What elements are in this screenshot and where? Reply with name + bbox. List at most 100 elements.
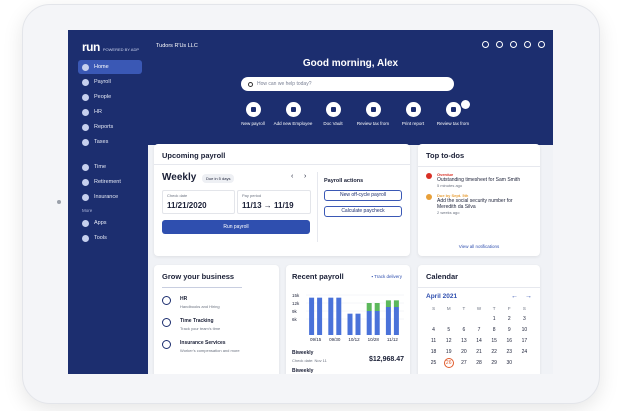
grow-item[interactable]: Time Tracking Track your team's time: [162, 318, 271, 331]
calendar-prev-icon[interactable]: ←: [511, 293, 518, 300]
chat-icon[interactable]: [496, 41, 503, 48]
sidebar-item-retirement[interactable]: Retirement: [78, 175, 142, 189]
quick-action-button[interactable]: Add new Employee: [273, 102, 313, 126]
sidebar-item-time[interactable]: Time: [78, 160, 142, 174]
search-input[interactable]: How can we help today?: [257, 81, 311, 87]
company-name[interactable]: Tudors R'Us LLC: [156, 43, 198, 49]
divider: [418, 287, 540, 288]
calendar-day[interactable]: 24: [517, 349, 532, 355]
calendar-day-number: 14: [476, 338, 482, 344]
todo-item[interactable]: Overdue Outstanding timesheet for Sam Smi…: [426, 172, 532, 188]
track-delivery-link[interactable]: ▪ Track delivery: [371, 274, 402, 279]
quick-action-button[interactable]: New payroll: [233, 102, 273, 126]
calendar-day[interactable]: 1: [487, 316, 502, 322]
calendar-day[interactable]: 21: [471, 349, 486, 355]
calendar-day[interactable]: 15: [487, 338, 502, 344]
calendar-day[interactable]: 7: [471, 327, 486, 333]
actions-divider: [317, 172, 318, 242]
sidebar-nav: Home Payroll People HR Reports Taxes Time Retir…: [78, 60, 142, 246]
chart-bar[interactable]: [317, 297, 323, 335]
chart-bar[interactable]: [347, 313, 353, 335]
calendar-day[interactable]: 30: [502, 360, 517, 368]
chart-bar[interactable]: [374, 303, 380, 311]
help-icon[interactable]: [482, 41, 489, 48]
calendar-day[interactable]: 3: [517, 316, 532, 322]
people-icon: [82, 93, 89, 101]
prev-arrow-icon[interactable]: ‹: [291, 173, 293, 180]
calendar-day[interactable]: 13: [456, 338, 471, 344]
calendar-day[interactable]: 8: [487, 327, 502, 333]
sidebar-item-tools[interactable]: Tools: [78, 231, 142, 245]
edit-pencil-icon[interactable]: [461, 100, 470, 109]
sidebar-item-payroll[interactable]: Payroll: [78, 75, 142, 89]
chart-bar[interactable]: [393, 300, 399, 307]
calendar-day[interactable]: 22: [487, 349, 502, 355]
grow-item-title: Time Tracking: [180, 318, 214, 324]
notification-bell-icon[interactable]: [510, 41, 517, 48]
quick-action-button[interactable]: Doc Vault: [313, 102, 353, 126]
calendar-day[interactable]: 17: [517, 338, 532, 344]
app-logo[interactable]: run POWERED BY ADP: [82, 40, 139, 54]
chart-bar[interactable]: [355, 313, 361, 335]
chart-bar[interactable]: [366, 311, 372, 335]
calendar-day[interactable]: 5: [441, 327, 456, 333]
calendar-day-number: 2: [507, 316, 511, 322]
calendar-day[interactable]: 29: [487, 360, 502, 368]
calendar-day[interactable]: 20: [456, 349, 471, 355]
chart-bar[interactable]: [336, 297, 342, 335]
quick-action-button[interactable]: Print report: [393, 102, 433, 126]
grow-item[interactable]: Insurance Services Worker's compensation …: [162, 340, 271, 353]
chart-bar[interactable]: [374, 311, 380, 335]
recent-payroll-row[interactable]: BiweeklyCheck date: Nov 11$12,968.47: [292, 350, 404, 363]
chart-bar[interactable]: [309, 297, 315, 335]
calendar-day[interactable]: 28: [471, 360, 486, 368]
chart-bar[interactable]: [366, 303, 372, 311]
calendar-day-number: 4: [432, 327, 435, 333]
calendar-day[interactable]: 19: [441, 349, 456, 355]
calendar-day[interactable]: 10: [517, 327, 532, 333]
calendar-next-icon[interactable]: →: [525, 293, 532, 300]
calendar-day[interactable]: 23: [502, 349, 517, 355]
calendar-day-number: 30: [506, 360, 513, 366]
chart-bar[interactable]: [385, 307, 391, 335]
calculate-paycheck-button[interactable]: Calculate paycheck: [324, 206, 402, 217]
todo-item[interactable]: Due by Sept. 5th Add the social security …: [426, 193, 532, 215]
clock-icon: [162, 318, 171, 327]
sidebar-item-reports[interactable]: Reports: [78, 120, 142, 134]
calendar-day[interactable]: 26: [441, 358, 456, 368]
calendar-day[interactable]: 25: [426, 360, 441, 368]
sidebar-item-label: Tools: [94, 235, 107, 241]
calendar-day[interactable]: 2: [502, 316, 517, 322]
calendar-day-number: 8: [492, 327, 496, 333]
recent-payroll-row[interactable]: BiweeklyCheck date: Nov 11$12,968.47: [292, 368, 404, 374]
calendar-day[interactable]: 6: [456, 327, 471, 333]
calendar-day[interactable]: 14: [471, 338, 486, 344]
settings-icon[interactable]: [538, 41, 545, 48]
search-bar[interactable]: How can we help today?: [241, 77, 454, 91]
calendar-day[interactable]: 11: [426, 338, 441, 344]
grow-item[interactable]: HR Handbooks and Hiring: [162, 296, 271, 309]
view-all-notifications-link[interactable]: View all notifications: [418, 244, 540, 249]
chart-bar[interactable]: [393, 307, 399, 335]
quick-action-button[interactable]: Review tax from: [353, 102, 393, 126]
profile-icon[interactable]: [524, 41, 531, 48]
sidebar-item-hr[interactable]: HR: [78, 105, 142, 119]
sidebar-item-home[interactable]: Home: [78, 60, 142, 74]
quick-action-icon: [405, 102, 421, 117]
sidebar-item-insurance[interactable]: Insurance: [78, 190, 142, 204]
calendar-day[interactable]: 4: [426, 327, 441, 333]
calendar-day[interactable]: 27: [456, 360, 471, 368]
chart-bar[interactable]: [385, 300, 391, 307]
chart-bar[interactable]: [328, 297, 334, 335]
run-payroll-button[interactable]: Run payroll: [162, 220, 310, 234]
calendar-day-number: 9: [507, 327, 511, 333]
calendar-day[interactable]: 9: [502, 327, 517, 333]
sidebar-item-people[interactable]: People: [78, 90, 142, 104]
sidebar-item-taxes[interactable]: Taxes: [78, 135, 142, 149]
calendar-day[interactable]: 12: [441, 338, 456, 344]
calendar-day[interactable]: 18: [426, 349, 441, 355]
new-offcycle-payroll-button[interactable]: New off-cycle payroll: [324, 190, 402, 201]
next-arrow-icon[interactable]: ›: [304, 173, 306, 180]
calendar-day[interactable]: 16: [502, 338, 517, 344]
sidebar-item-apps[interactable]: Apps: [78, 216, 142, 230]
